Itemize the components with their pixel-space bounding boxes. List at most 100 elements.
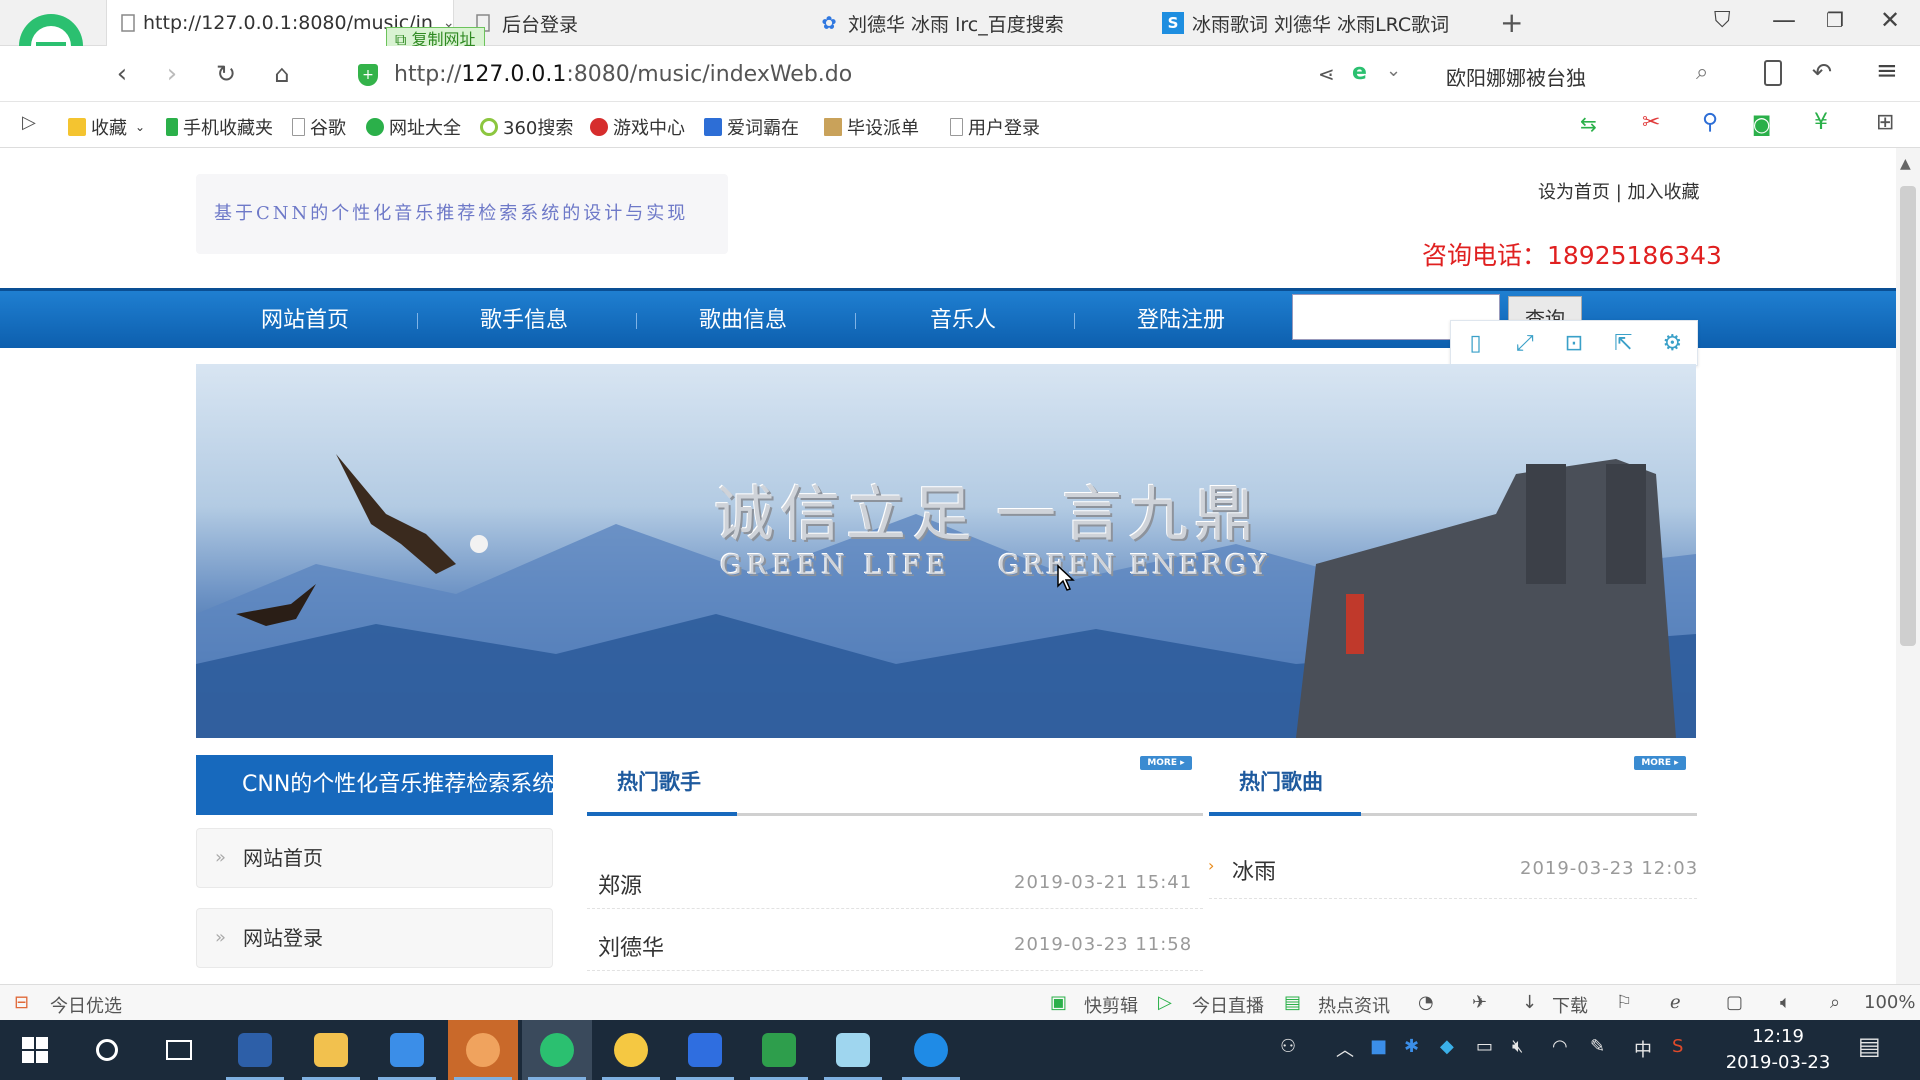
new-tab-icon[interactable]: +	[1500, 6, 1523, 39]
tray-qq-icon[interactable]: ◆	[1440, 1036, 1454, 1057]
apps-grid-icon[interactable]: ⊞	[1876, 110, 1894, 135]
zoom-level[interactable]: 100%	[1864, 992, 1920, 1013]
save-icon[interactable]: ⊡	[1549, 321, 1598, 365]
nav-login-register[interactable]: 登陆注册	[1137, 291, 1225, 351]
scroll-up-icon[interactable]: ▲	[1900, 156, 1911, 172]
forward-icon[interactable]: ›	[154, 56, 190, 92]
tray-star-icon[interactable]: ✱	[1404, 1036, 1419, 1057]
bookmark-iciba[interactable]: 爱词霸在	[704, 114, 799, 140]
app-yellow-icon[interactable]	[596, 1020, 666, 1080]
battery-icon[interactable]: ▭	[1476, 1036, 1493, 1057]
contacts-app-icon[interactable]	[372, 1020, 442, 1080]
engine-e-icon[interactable]: e	[1352, 60, 1367, 85]
scissors-icon[interactable]: ✂	[1642, 110, 1660, 135]
search-icon[interactable]: ⌕	[1696, 60, 1708, 85]
bookmark-google[interactable]: 谷歌	[292, 114, 346, 140]
status-live[interactable]: 今日直播	[1192, 992, 1264, 1018]
bookmark-user-login[interactable]: 用户登录	[950, 114, 1040, 140]
cortana-icon[interactable]	[72, 1020, 142, 1080]
bookmark-page-icon[interactable]: ▯	[1451, 321, 1500, 365]
share-icon[interactable]: ⋖	[1318, 62, 1335, 86]
people-icon[interactable]: ⚇	[1280, 1036, 1296, 1057]
shield-icon[interactable]: +	[358, 64, 378, 86]
bookmark-bishe[interactable]: 毕设派单	[824, 114, 919, 140]
status-download[interactable]: 下载	[1552, 992, 1588, 1018]
status-quick-clip[interactable]: 快剪辑	[1084, 992, 1138, 1018]
tab-backend-login[interactable]: 后台登录	[458, 0, 798, 46]
search-input[interactable]: 欧阳娜娜被台独	[1446, 62, 1586, 91]
file-explorer-icon[interactable]	[296, 1020, 366, 1080]
singer-name[interactable]: 刘德华	[598, 930, 664, 962]
gamepad-icon[interactable]: ◙	[1752, 112, 1771, 136]
kugou-icon[interactable]	[896, 1020, 966, 1080]
share-out-icon[interactable]: ⇱	[1599, 321, 1648, 365]
notification-icon[interactable]: ▤	[1858, 1032, 1881, 1060]
ie-mode-icon[interactable]: ℯ	[1670, 992, 1681, 1013]
zoom-icon[interactable]: ⌕	[1830, 992, 1840, 1013]
pen-icon[interactable]: ✎	[1590, 1036, 1605, 1057]
settings-gear-icon[interactable]: ⚙	[1648, 321, 1697, 365]
bookmark-360search[interactable]: 360搜索	[480, 114, 573, 140]
scrollbar-thumb[interactable]	[1900, 186, 1916, 646]
sidebar-item-home[interactable]: » 网站首页	[196, 828, 553, 888]
url-input[interactable]: http://127.0.0.1:8080/music/indexWeb.do	[394, 62, 852, 87]
status-today-picks[interactable]: 今日优选	[50, 992, 122, 1018]
undo-icon[interactable]: ↶	[1812, 58, 1832, 86]
app-s-icon[interactable]	[220, 1020, 290, 1080]
speed-icon[interactable]: ◔	[1418, 992, 1434, 1013]
wps-icon[interactable]	[670, 1020, 740, 1080]
mute-icon[interactable]: 🔇︎	[1512, 1036, 1523, 1057]
site-logo[interactable]: 基于CNN的个性化音乐推荐检索系统的设计与实现	[196, 174, 728, 254]
menu-icon[interactable]: ≡	[1876, 56, 1898, 86]
gift-icon[interactable]: ⊟	[14, 992, 29, 1013]
bookmark-games[interactable]: 游戏中心	[590, 114, 685, 140]
audio-app-icon[interactable]	[448, 1020, 518, 1080]
bookmark-favorites[interactable]: 收藏 ⌄	[68, 114, 145, 140]
mobile-icon[interactable]	[1764, 60, 1782, 86]
notepad-icon[interactable]	[818, 1020, 888, 1080]
translate-icon[interactable]: ⇆	[1580, 112, 1597, 136]
page-scrollbar[interactable]: ▲	[1896, 148, 1920, 984]
chevron-down-icon[interactable]: ⌄	[1386, 60, 1401, 81]
sogou-icon[interactable]: S	[1672, 1036, 1683, 1057]
tab-lyrics[interactable]: S 冰雨歌词 刘德华 冰雨LRC歌词	[1148, 0, 1488, 46]
fullscreen-icon[interactable]: ⤢	[1500, 321, 1549, 365]
spreadsheet-icon[interactable]	[744, 1020, 814, 1080]
tab-baidu-search[interactable]: ✿ 刘德华 冰雨 lrc_百度搜索	[804, 0, 1144, 46]
wifi-icon[interactable]: ◠	[1552, 1036, 1568, 1057]
close-icon[interactable]: ✕	[1880, 6, 1900, 34]
taskbar-clock[interactable]: 12:19 2019-03-23	[1724, 1024, 1832, 1076]
minimize-icon[interactable]: —	[1772, 6, 1796, 34]
window-icon[interactable]: ▢	[1726, 992, 1743, 1013]
restore-icon[interactable]: ❐	[1826, 8, 1844, 32]
singer-name[interactable]: 郑源	[598, 868, 642, 900]
bookmark-mobile[interactable]: 手机收藏夹	[166, 114, 273, 140]
home-icon[interactable]: ⌂	[264, 56, 300, 92]
nav-singers[interactable]: 歌手信息	[480, 291, 568, 351]
hot-singers-more-button[interactable]: MORE ▸	[1140, 756, 1192, 770]
speaker-icon[interactable]: 🔈︎	[1780, 992, 1791, 1013]
nav-musicians[interactable]: 音乐人	[930, 291, 996, 351]
bookmark-hao123[interactable]: 网址大全	[366, 114, 461, 140]
nav-home[interactable]: 网站首页	[261, 291, 349, 351]
hot-songs-more-button[interactable]: MORE ▸	[1634, 756, 1686, 770]
back-icon[interactable]: ‹	[104, 56, 140, 92]
tray-chevron-icon[interactable]: ︿	[1336, 1036, 1354, 1062]
windows-start-icon[interactable]	[0, 1020, 70, 1080]
song-name[interactable]: 冰雨	[1232, 854, 1276, 886]
360-browser-taskbar-icon[interactable]	[522, 1020, 592, 1080]
status-hot-news[interactable]: 热点资讯	[1318, 992, 1390, 1018]
ime-indicator[interactable]: 中	[1634, 1036, 1652, 1062]
shirt-skin-icon[interactable]: ⛉	[1714, 8, 1731, 33]
set-home-link[interactable]: 设为首页	[1538, 182, 1610, 203]
nav-songs[interactable]: 歌曲信息	[699, 291, 787, 351]
add-favorite-link[interactable]: 加入收藏	[1628, 182, 1700, 203]
sidebar-toggle-icon[interactable]: ▷	[22, 112, 36, 133]
reload-icon[interactable]: ↻	[208, 56, 244, 92]
pin-icon[interactable]: ✈	[1472, 992, 1487, 1013]
flag-icon[interactable]: ⚐	[1616, 992, 1632, 1013]
task-view-icon[interactable]	[144, 1020, 214, 1080]
magnifier-icon[interactable]: ⚲	[1702, 110, 1718, 135]
money-icon[interactable]: ¥	[1814, 110, 1828, 135]
sidebar-item-login[interactable]: » 网站登录	[196, 908, 553, 968]
